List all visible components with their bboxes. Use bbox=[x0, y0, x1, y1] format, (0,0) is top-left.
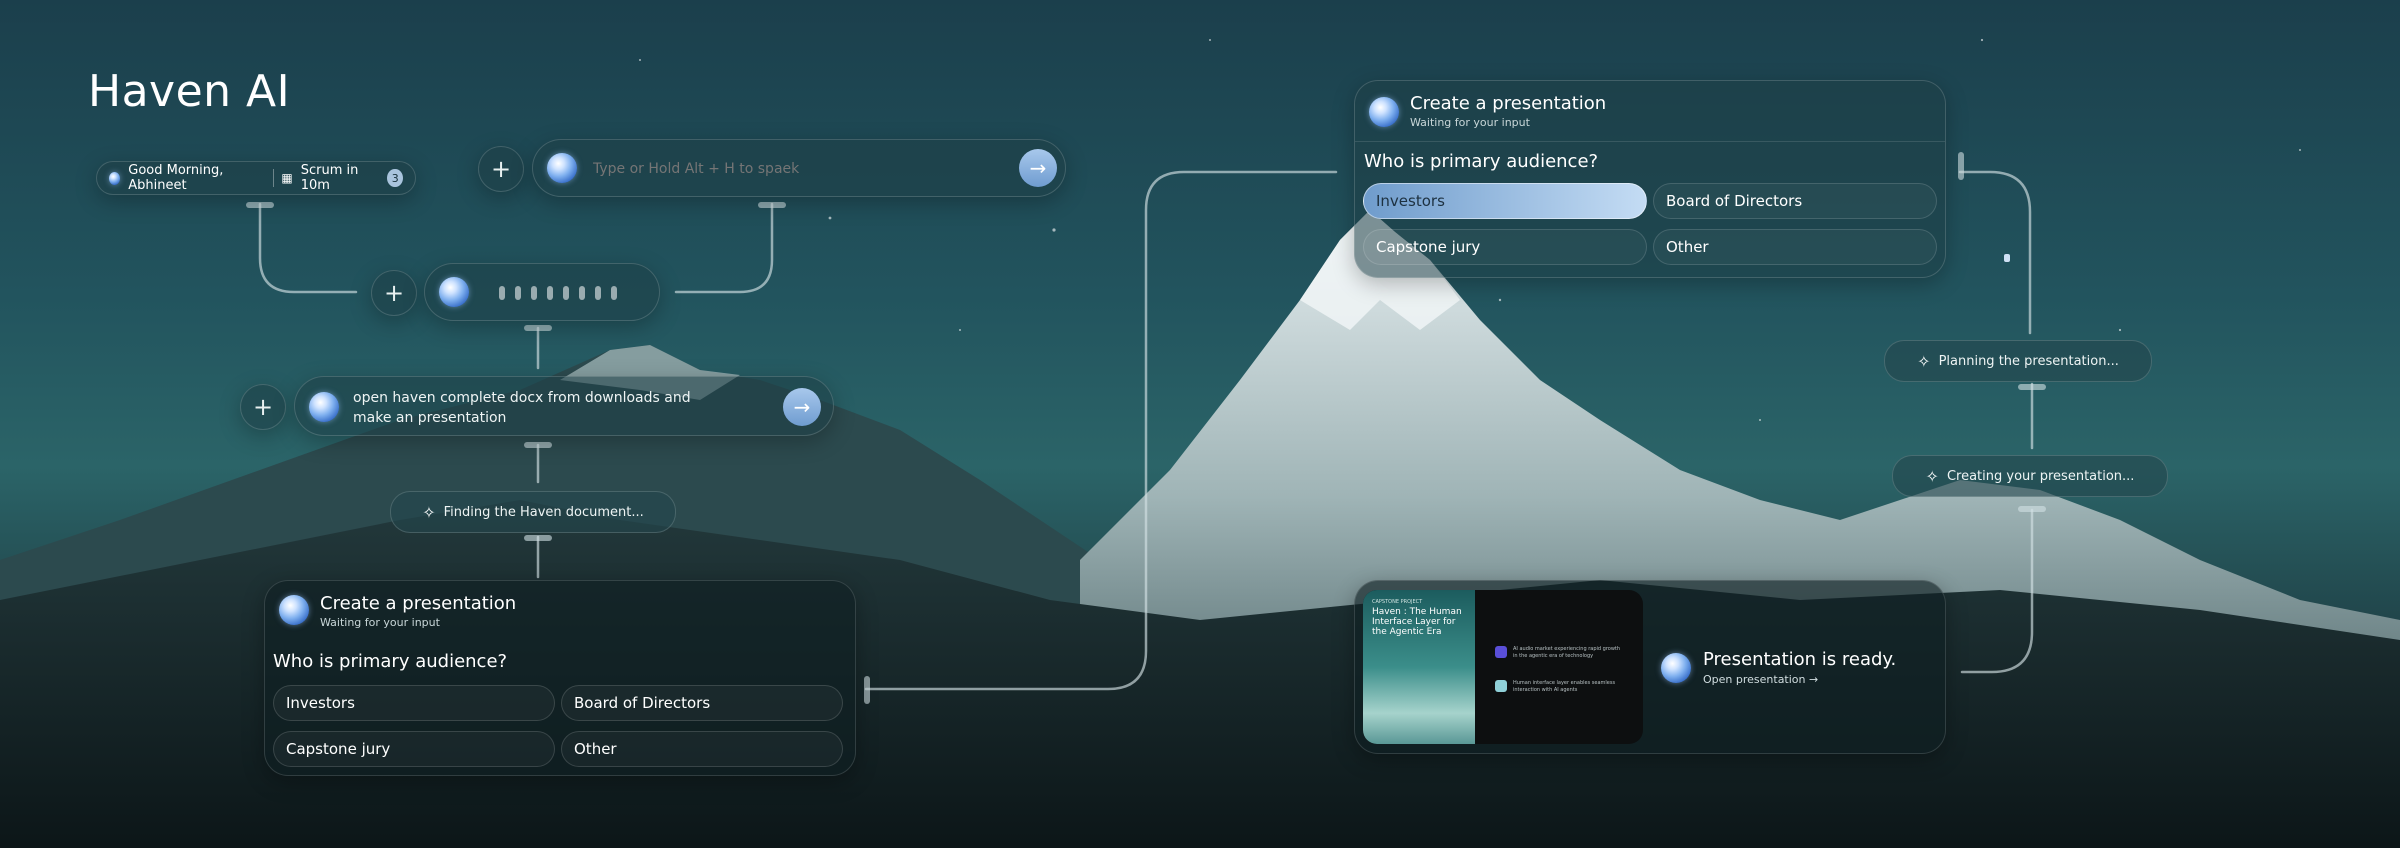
option-capstone-jury[interactable]: Capstone jury bbox=[273, 731, 555, 767]
arrow-right-icon: → bbox=[793, 395, 811, 419]
haven-orb-icon bbox=[279, 595, 309, 625]
divider bbox=[1355, 141, 1945, 142]
open-presentation-link[interactable]: Open presentation → bbox=[1703, 673, 1896, 686]
haven-orb-icon bbox=[547, 153, 577, 183]
status-text: Planning the presentation... bbox=[1938, 353, 2119, 369]
plus-icon: + bbox=[383, 279, 405, 307]
send-button[interactable]: → bbox=[1019, 149, 1057, 187]
option-capstone-jury[interactable]: Capstone jury bbox=[1363, 229, 1647, 265]
haven-orb-icon bbox=[109, 171, 121, 185]
option-other[interactable]: Other bbox=[1653, 229, 1937, 265]
send-button-command[interactable]: → bbox=[783, 388, 821, 426]
haven-orb-icon bbox=[309, 392, 339, 422]
status-text: Creating your presentation... bbox=[1946, 468, 2135, 484]
create-presentation-card-answered: Create a presentation Waiting for your i… bbox=[1354, 80, 1946, 278]
card-subtitle: Waiting for your input bbox=[1410, 116, 1530, 129]
presentation-thumbnail[interactable]: CAPSTONE PROJECT Haven : The Human Inter… bbox=[1363, 590, 1643, 744]
slide-title: Haven : The Human Interface Layer for th… bbox=[1372, 607, 1462, 637]
result-title: Presentation is ready. bbox=[1703, 649, 1897, 670]
divider bbox=[272, 169, 274, 187]
bullet-icon bbox=[1495, 680, 1507, 692]
question-text: Who is primary audience? bbox=[273, 651, 508, 672]
bullet-icon bbox=[1495, 646, 1507, 658]
sparkle-icon: ✧ bbox=[422, 502, 436, 522]
prompt-input-bar[interactable]: → bbox=[532, 139, 1066, 197]
option-board-of-directors[interactable]: Board of Directors bbox=[1653, 183, 1937, 219]
create-presentation-card: Create a presentation Waiting for your i… bbox=[264, 580, 856, 776]
command-input-bar[interactable]: open haven complete docx from downloads … bbox=[294, 376, 834, 436]
option-investors[interactable]: Investors bbox=[273, 685, 555, 721]
sparkle-icon: ✧ bbox=[1925, 466, 1939, 486]
status-creating-presentation: ✧ Creating your presentation... bbox=[1892, 455, 2168, 497]
option-investors-selected[interactable]: Investors bbox=[1363, 183, 1647, 219]
add-attachment-button[interactable]: + bbox=[478, 146, 524, 192]
app-title: Haven AI bbox=[88, 66, 291, 117]
plus-icon: + bbox=[252, 393, 274, 421]
prompt-input[interactable] bbox=[591, 158, 995, 180]
option-other[interactable]: Other bbox=[561, 731, 843, 767]
meeting-count-badge: 3 bbox=[387, 169, 403, 187]
slide-point-1: AI audio market experiencing rapid growt… bbox=[1495, 646, 1625, 660]
card-title: Create a presentation bbox=[320, 593, 517, 614]
card-title: Create a presentation bbox=[1410, 93, 1607, 114]
card-subtitle: Waiting for your input bbox=[320, 616, 440, 629]
plus-icon: + bbox=[490, 155, 512, 183]
question-text: Who is primary audience? bbox=[1364, 151, 1599, 172]
greeting-text: Good Morning, Abhineet bbox=[128, 163, 224, 193]
add-attachment-button-command[interactable]: + bbox=[240, 384, 286, 430]
arrow-right-icon: → bbox=[1029, 156, 1047, 180]
cursor-marker bbox=[2004, 254, 2010, 262]
voice-waveform bbox=[499, 286, 617, 300]
slide-kicker: CAPSTONE PROJECT bbox=[1372, 599, 1423, 605]
haven-orb-icon bbox=[1661, 653, 1691, 683]
haven-orb-icon bbox=[439, 277, 469, 307]
sparkle-icon: ✧ bbox=[1917, 351, 1931, 371]
meeting-text: Scrum in 10m bbox=[300, 163, 359, 193]
slide-cover: CAPSTONE PROJECT Haven : The Human Inter… bbox=[1363, 590, 1475, 744]
voice-input-bar[interactable] bbox=[424, 263, 660, 321]
calendar-icon: ▦ bbox=[281, 171, 293, 185]
haven-orb-icon bbox=[1369, 97, 1399, 127]
add-attachment-button-voice[interactable]: + bbox=[371, 270, 417, 316]
status-planning-presentation: ✧ Planning the presentation... bbox=[1884, 340, 2152, 382]
command-text: open haven complete docx from downloads … bbox=[353, 390, 691, 426]
status-finding-document: ✧ Finding the Haven document... bbox=[390, 491, 676, 533]
presentation-ready-card: CAPSTONE PROJECT Haven : The Human Inter… bbox=[1354, 580, 1946, 754]
greeting-pill[interactable]: Good Morning, Abhineet ▦ Scrum in 10m 3 bbox=[96, 161, 416, 195]
slide-point-2: Human interface layer enables seamless i… bbox=[1495, 680, 1625, 694]
option-board-of-directors[interactable]: Board of Directors bbox=[561, 685, 843, 721]
status-text: Finding the Haven document... bbox=[443, 504, 644, 520]
